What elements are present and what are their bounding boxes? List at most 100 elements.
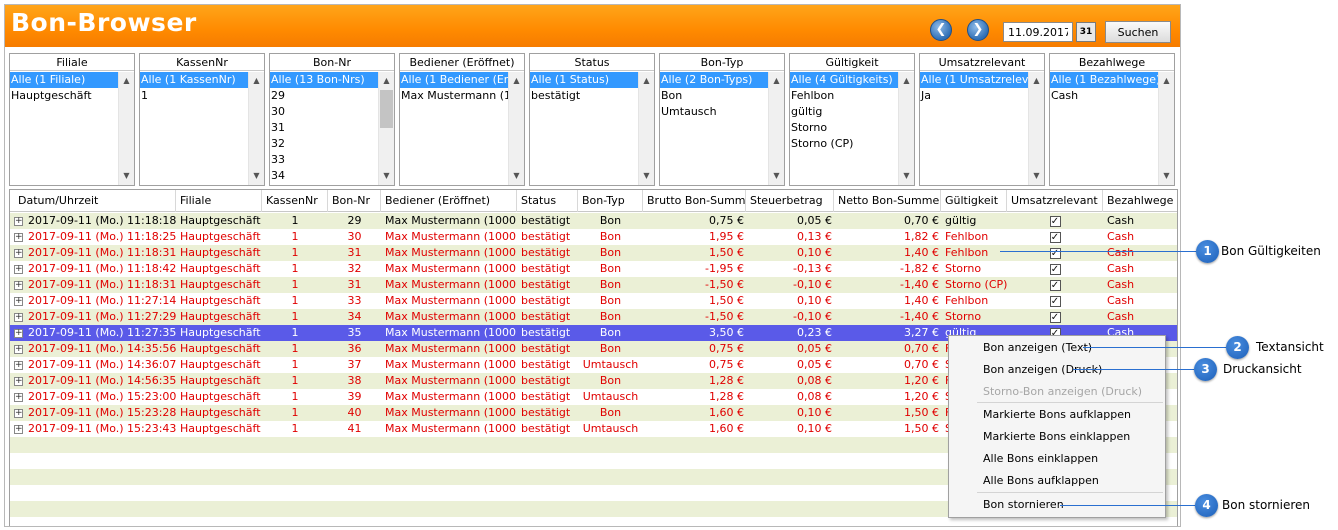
menu-item[interactable]: Bon anzeigen (Druck)	[950, 359, 1164, 381]
column-header[interactable]: Bezahlwege	[1103, 190, 1177, 212]
column-header[interactable]: Umsatzrelevant	[1007, 190, 1103, 212]
scrollbar[interactable]: ▲ ▼	[378, 72, 394, 185]
menu-item[interactable]: Markierte Bons einklappen	[950, 426, 1164, 448]
scroll-thumb[interactable]	[380, 90, 393, 128]
column-header[interactable]: Netto Bon-Summe	[834, 190, 941, 212]
filter-option[interactable]: 29	[270, 88, 378, 104]
checkbox-icon[interactable]: ✓	[1049, 312, 1061, 323]
arrow-left-icon[interactable]: ❮	[930, 19, 952, 41]
expand-icon[interactable]: +	[14, 249, 23, 258]
expand-icon[interactable]: +	[14, 281, 23, 290]
chevron-down-icon[interactable]: ▼	[899, 169, 914, 183]
column-header[interactable]: Bon-Typ	[578, 190, 643, 212]
column-header[interactable]: Brutto Bon-Summe	[643, 190, 746, 212]
expand-icon[interactable]: +	[14, 409, 23, 418]
filter-option[interactable]: gültig	[790, 104, 898, 120]
column-header[interactable]: Bediener (Eröffnet)	[381, 190, 517, 212]
chevron-up-icon[interactable]: ▲	[1159, 74, 1174, 88]
checkbox-icon[interactable]: ✓	[1049, 296, 1061, 307]
scrollbar[interactable]: ▲ ▼	[898, 72, 914, 185]
filter-option[interactable]: 31	[270, 120, 378, 136]
date-input[interactable]	[1003, 22, 1073, 42]
filter-option[interactable]: Alle (2 Bon-Typs)	[660, 72, 768, 88]
expand-icon[interactable]: +	[14, 425, 23, 434]
checkbox-icon[interactable]: ✓	[1049, 280, 1061, 291]
menu-item[interactable]: Markierte Bons aufklappen	[950, 404, 1164, 426]
filter-option[interactable]: Storno (CP)	[790, 136, 898, 152]
table-row[interactable]: +2017-09-11 (Mo.) 11:18:25 Hauptgeschäft 1…	[10, 229, 1177, 245]
table-row[interactable]: +2017-09-11 (Mo.) 11:27:29 Hauptgeschäft 1…	[10, 309, 1177, 325]
filter-option[interactable]: 34	[270, 168, 378, 184]
chevron-down-icon[interactable]: ▼	[639, 169, 654, 183]
expand-icon[interactable]: +	[14, 377, 23, 386]
expand-icon[interactable]: +	[14, 329, 23, 338]
checkbox-icon[interactable]: ✓	[1049, 248, 1061, 259]
chevron-down-icon[interactable]: ▼	[509, 169, 524, 183]
expand-icon[interactable]: +	[14, 345, 23, 354]
chevron-down-icon[interactable]: ▼	[379, 169, 394, 183]
filter-option[interactable]: Fehlbon	[790, 88, 898, 104]
column-header[interactable]: Bon-Nr	[328, 190, 381, 212]
filter-option[interactable]: Alle (1 Status)	[530, 72, 638, 88]
chevron-up-icon[interactable]: ▲	[119, 74, 134, 88]
chevron-up-icon[interactable]: ▲	[769, 74, 784, 88]
chevron-down-icon[interactable]: ▼	[249, 169, 264, 183]
chevron-up-icon[interactable]: ▲	[899, 74, 914, 88]
filter-option[interactable]: Alle (13 Bon-Nrs)	[270, 72, 378, 88]
filter-option[interactable]: Alle (1 Bediener (Eröffn	[400, 72, 508, 88]
chevron-down-icon[interactable]: ▼	[769, 169, 784, 183]
expand-icon[interactable]: +	[14, 361, 23, 370]
expand-icon[interactable]: +	[14, 393, 23, 402]
scrollbar[interactable]: ▲ ▼	[118, 72, 134, 185]
menu-item[interactable]: Bon anzeigen (Text)	[950, 337, 1164, 359]
filter-option[interactable]: Alle (1 Bezahlwege)	[1050, 72, 1158, 88]
column-header[interactable]: Steuerbetrag	[746, 190, 834, 212]
column-header[interactable]: Filiale	[176, 190, 262, 212]
filter-option[interactable]: Alle (4 Gültigkeits)	[790, 72, 898, 88]
chevron-up-icon[interactable]: ▲	[639, 74, 654, 88]
chevron-down-icon[interactable]: ▼	[1029, 169, 1044, 183]
filter-option[interactable]: Alle (1 Umsatzrelevant	[920, 72, 1028, 88]
chevron-down-icon[interactable]: ▼	[1159, 169, 1174, 183]
filter-option[interactable]: Cash	[1050, 88, 1158, 104]
scrollbar[interactable]: ▲ ▼	[1028, 72, 1044, 185]
chevron-up-icon[interactable]: ▲	[249, 74, 264, 88]
table-row[interactable]: +2017-09-11 (Mo.) 11:18:31 Hauptgeschäft 1…	[10, 245, 1177, 261]
arrow-right-icon[interactable]: ❯	[967, 19, 989, 41]
filter-option[interactable]: Umtausch	[660, 104, 768, 120]
filter-option[interactable]: 1	[140, 88, 248, 104]
checkbox-icon[interactable]: ✓	[1049, 232, 1061, 243]
checkbox-icon[interactable]: ✓	[1049, 264, 1061, 275]
filter-option[interactable]: Alle (1 KassenNr)	[140, 72, 248, 88]
scrollbar[interactable]: ▲ ▼	[1158, 72, 1174, 185]
filter-option[interactable]: 30	[270, 104, 378, 120]
filter-option[interactable]: Hauptgeschäft	[10, 88, 118, 104]
chevron-up-icon[interactable]: ▲	[1029, 74, 1044, 88]
table-row[interactable]: +2017-09-11 (Mo.) 11:27:14 Hauptgeschäft 1…	[10, 293, 1177, 309]
search-button[interactable]: Suchen	[1105, 21, 1171, 43]
column-header[interactable]: Datum/Uhrzeit	[14, 190, 176, 212]
chevron-down-icon[interactable]: ▼	[119, 169, 134, 183]
scrollbar[interactable]: ▲ ▼	[768, 72, 784, 185]
filter-option[interactable]: 33	[270, 152, 378, 168]
expand-icon[interactable]: +	[14, 233, 23, 242]
filter-option[interactable]: Ja	[920, 88, 1028, 104]
expand-icon[interactable]: +	[14, 217, 23, 226]
column-header[interactable]: Gültigkeit	[941, 190, 1007, 212]
scrollbar[interactable]: ▲ ▼	[638, 72, 654, 185]
expand-icon[interactable]: +	[14, 297, 23, 306]
column-header[interactable]: KassenNr	[262, 190, 328, 212]
menu-item[interactable]: Alle Bons aufklappen	[950, 470, 1164, 492]
table-row[interactable]: +2017-09-11 (Mo.) 11:18:31 Hauptgeschäft 1…	[10, 277, 1177, 293]
chevron-up-icon[interactable]: ▲	[509, 74, 524, 88]
filter-option[interactable]: Storno	[790, 120, 898, 136]
scrollbar[interactable]: ▲ ▼	[248, 72, 264, 185]
column-header[interactable]: Status	[517, 190, 578, 212]
filter-option[interactable]: Alle (1 Filiale)	[10, 72, 118, 88]
expand-icon[interactable]: +	[14, 265, 23, 274]
menu-item[interactable]: Alle Bons einklappen	[950, 448, 1164, 470]
chevron-up-icon[interactable]: ▲	[379, 74, 394, 88]
filter-option[interactable]: 32	[270, 136, 378, 152]
calendar-icon[interactable]: 31	[1076, 22, 1096, 42]
filter-option[interactable]: bestätigt	[530, 88, 638, 104]
